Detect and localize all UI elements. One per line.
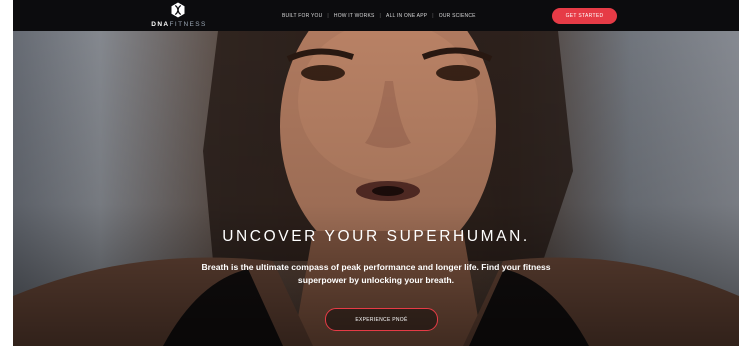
hero-subtext: Breath is the ultimate compass of peak p… — [201, 262, 551, 285]
page: DNAFITNESS BUILT FOR YOU | HOW IT WORKS … — [0, 0, 752, 346]
hero-overlay — [13, 31, 739, 346]
hero-headline: UNCOVER YOUR SUPERHUMAN. — [222, 228, 530, 245]
hero-section: UNCOVER YOUR SUPERHUMAN. Breath is the u… — [13, 31, 739, 346]
nav-link-how-it-works[interactable]: HOW IT WORKS — [334, 13, 375, 19]
experience-pnoe-button[interactable]: EXPERIENCE PNOĒ — [325, 308, 438, 331]
nav-link-all-in-one-app[interactable]: ALL IN ONE APP — [386, 13, 427, 19]
top-navbar: DNAFITNESS BUILT FOR YOU | HOW IT WORKS … — [13, 0, 739, 31]
nav-separator: | — [432, 13, 434, 19]
brand-logo[interactable]: DNAFITNESS — [144, 2, 214, 30]
nav-link-built-for-you[interactable]: BUILT FOR YOU — [282, 13, 322, 19]
nav-menu: BUILT FOR YOU | HOW IT WORKS | ALL IN ON… — [282, 10, 476, 22]
nav-separator: | — [327, 13, 329, 19]
right-margin — [739, 0, 752, 346]
dna-logo-icon — [171, 2, 185, 18]
nav-separator: | — [379, 13, 382, 19]
get-started-button[interactable]: GET STARTED — [552, 8, 617, 24]
left-margin — [0, 0, 13, 346]
nav-link-our-science[interactable]: OUR SCIENCE — [439, 13, 476, 19]
logo-wordmark: DNAFITNESS — [151, 21, 207, 28]
